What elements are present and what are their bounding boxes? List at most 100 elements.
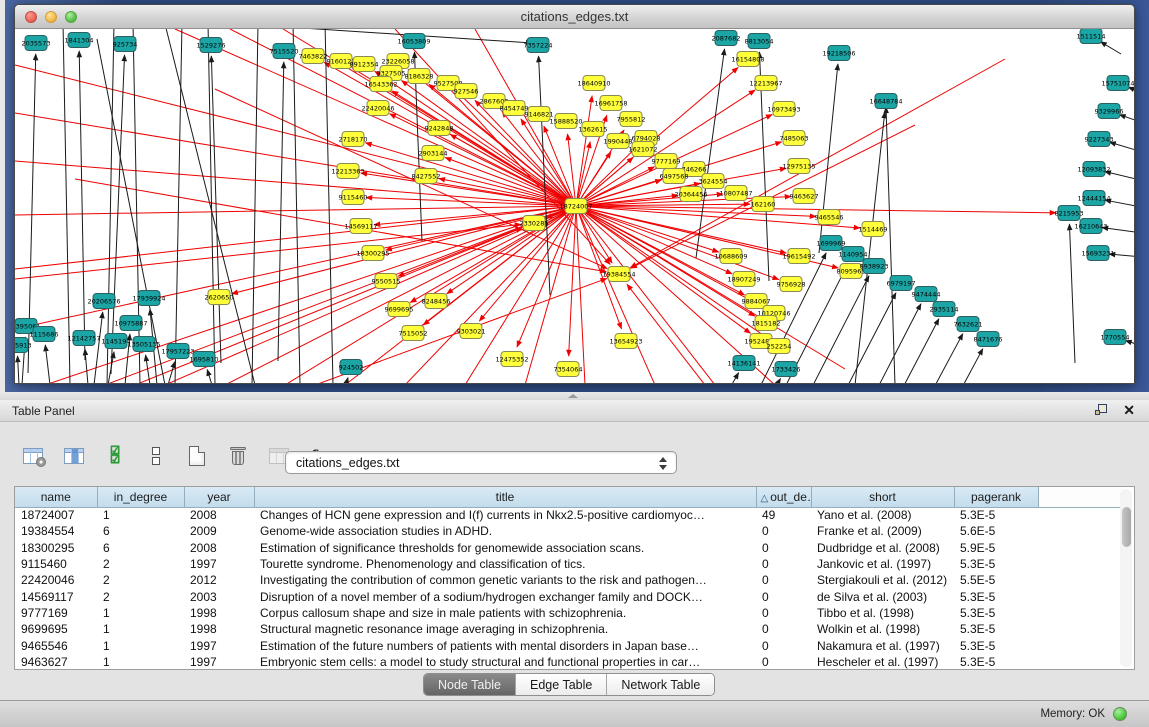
- table-cell[interactable]: 2: [97, 556, 184, 572]
- table-cell[interactable]: Corpus callosum shape and size in male p…: [254, 605, 756, 621]
- scrollbar-thumb[interactable]: [1122, 507, 1131, 547]
- table-cell[interactable]: 5.3E-5: [954, 507, 1038, 523]
- table-cell[interactable]: Franke et al. (2009): [811, 523, 954, 539]
- table-cell[interactable]: Genome-wide association studies in ADHD.: [254, 523, 756, 539]
- select-column-icon[interactable]: [61, 443, 87, 469]
- table-cell[interactable]: Yano et al. (2008): [811, 507, 954, 523]
- table-cell[interactable]: 49: [756, 507, 811, 523]
- table-cell[interactable]: Disruption of a novel member of a sodium…: [254, 588, 756, 604]
- table-row[interactable]: 1456911722003Disruption of a novel membe…: [15, 588, 1122, 604]
- table-cell[interactable]: 2008: [184, 507, 254, 523]
- table-cell[interactable]: 18724007: [15, 507, 97, 523]
- table-selector-dropdown[interactable]: citations_edges.txt: [285, 451, 677, 474]
- column-header-short[interactable]: short: [811, 487, 954, 507]
- network-canvas[interactable]: 1872400774638229160123891235423226058932…: [15, 29, 1135, 384]
- table-cell[interactable]: Hescheler et al. (1997): [811, 654, 954, 670]
- table-cell[interactable]: 14569117: [15, 588, 97, 604]
- table-cell[interactable]: Tibbo et al. (1998): [811, 605, 954, 621]
- table-row[interactable]: 1938455462009Genome-wide association stu…: [15, 523, 1122, 539]
- table-row[interactable]: 946362711997Embryonic stem cells: a mode…: [15, 654, 1122, 670]
- table-row[interactable]: 946554611997Estimation of the future num…: [15, 637, 1122, 653]
- table-cell[interactable]: 9465546: [15, 637, 97, 653]
- table-cell[interactable]: 5.3E-5: [954, 621, 1038, 637]
- column-header-out_de[interactable]: △out_de…: [756, 487, 811, 507]
- table-cell[interactable]: 5.5E-5: [954, 572, 1038, 588]
- table-cell[interactable]: Investigating the contribution of common…: [254, 572, 756, 588]
- table-cell[interactable]: 0: [756, 621, 811, 637]
- table-cell[interactable]: 18300295: [15, 540, 97, 556]
- split-divider[interactable]: [0, 392, 1149, 400]
- table-cell[interactable]: 9777169: [15, 605, 97, 621]
- table-cell[interactable]: 2012: [184, 572, 254, 588]
- table-row[interactable]: 1872400712008Changes of HCN gene express…: [15, 507, 1122, 523]
- trash-icon[interactable]: [225, 443, 251, 469]
- table-cell[interactable]: 1: [97, 637, 184, 653]
- table-cell[interactable]: 0: [756, 605, 811, 621]
- table-cell[interactable]: Tourette syndrome. Phenomenology and cla…: [254, 556, 756, 572]
- table-cell[interactable]: 9699695: [15, 621, 97, 637]
- table-cell[interactable]: 1997: [184, 556, 254, 572]
- table-cell[interactable]: 5.9E-5: [954, 540, 1038, 556]
- table-cell[interactable]: 2: [97, 588, 184, 604]
- table-cell[interactable]: 1998: [184, 621, 254, 637]
- float-panel-icon[interactable]: [1095, 404, 1109, 418]
- column-header-year[interactable]: year: [184, 487, 254, 507]
- table-cell[interactable]: Estimation of significance thresholds fo…: [254, 540, 756, 556]
- table-cell[interactable]: 2009: [184, 523, 254, 539]
- table-cell[interactable]: de Silva et al. (2003): [811, 588, 954, 604]
- column-header-title[interactable]: title: [254, 487, 756, 507]
- close-panel-icon[interactable]: ✕: [1123, 402, 1135, 419]
- tab-edge-table[interactable]: Edge Table: [516, 674, 607, 695]
- table-cell[interactable]: 5.3E-5: [954, 556, 1038, 572]
- window-titlebar[interactable]: citations_edges.txt: [15, 5, 1134, 29]
- table-cell[interactable]: 22420046: [15, 572, 97, 588]
- column-header-in_degree[interactable]: in_degree: [97, 487, 184, 507]
- rows-icon[interactable]: [143, 443, 169, 469]
- table-row[interactable]: 969969511998Structural magnetic resonanc…: [15, 621, 1122, 637]
- tab-node-table[interactable]: Node Table: [424, 674, 516, 695]
- memory-ok-icon[interactable]: [1113, 707, 1127, 721]
- table-cell[interactable]: 2: [97, 572, 184, 588]
- table-cell[interactable]: 5.3E-5: [954, 588, 1038, 604]
- table-cell[interactable]: 5.6E-5: [954, 523, 1038, 539]
- table-cell[interactable]: 0: [756, 637, 811, 653]
- table-cell[interactable]: 5.3E-5: [954, 637, 1038, 653]
- table-settings-icon[interactable]: [20, 443, 46, 469]
- table-cell[interactable]: Nakamura et al. (1997): [811, 637, 954, 653]
- table-cell[interactable]: Estimation of the future numbers of pati…: [254, 637, 756, 653]
- table-cell[interactable]: 1997: [184, 654, 254, 670]
- column-header-name[interactable]: name: [15, 487, 97, 507]
- new-file-icon[interactable]: [184, 443, 210, 469]
- table-cell[interactable]: 2003: [184, 588, 254, 604]
- vertical-scrollbar[interactable]: [1120, 489, 1132, 667]
- column-header-pagerank[interactable]: pagerank: [954, 487, 1038, 507]
- table-cell[interactable]: 1: [97, 621, 184, 637]
- table-row[interactable]: 2242004622012Investigating the contribut…: [15, 572, 1122, 588]
- table-cell[interactable]: 0: [756, 588, 811, 604]
- table-row[interactable]: 911546021997Tourette syndrome. Phenomeno…: [15, 556, 1122, 572]
- table-cell[interactable]: 1: [97, 605, 184, 621]
- table-cell[interactable]: Jankovic et al. (1997): [811, 556, 954, 572]
- table-cell[interactable]: Structural magnetic resonance image aver…: [254, 621, 756, 637]
- table-cell[interactable]: 1: [97, 654, 184, 670]
- table-cell[interactable]: Embryonic stem cells: a model to study s…: [254, 654, 756, 670]
- table-cell[interactable]: 6: [97, 523, 184, 539]
- table-cell[interactable]: 1997: [184, 637, 254, 653]
- table-cell[interactable]: 0: [756, 654, 811, 670]
- table-cell[interactable]: 0: [756, 556, 811, 572]
- table-cell[interactable]: 2008: [184, 540, 254, 556]
- table-cell[interactable]: 6: [97, 540, 184, 556]
- row-check-icon[interactable]: ☑☑: [102, 443, 128, 469]
- table-cell[interactable]: Wolkin et al. (1998): [811, 621, 954, 637]
- table-cell[interactable]: 0: [756, 523, 811, 539]
- table-cell[interactable]: Changes of HCN gene expression and I(f) …: [254, 507, 756, 523]
- table-cell[interactable]: 5.3E-5: [954, 654, 1038, 670]
- table-cell[interactable]: 0: [756, 572, 811, 588]
- table-cell[interactable]: 0: [756, 540, 811, 556]
- table-cell[interactable]: 1998: [184, 605, 254, 621]
- table-cell[interactable]: 9115460: [15, 556, 97, 572]
- table-cell[interactable]: Dudbridge et al. (2008): [811, 540, 954, 556]
- table-cell[interactable]: 9463627: [15, 654, 97, 670]
- table-cell[interactable]: 19384554: [15, 523, 97, 539]
- table-row[interactable]: 1830029562008Estimation of significance …: [15, 540, 1122, 556]
